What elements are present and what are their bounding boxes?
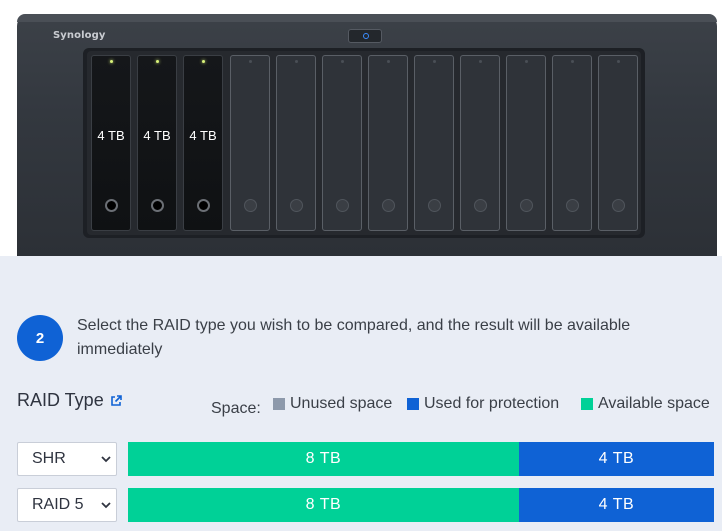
drive-led-icon	[571, 60, 574, 63]
drive-led-icon	[295, 60, 298, 63]
drive-lock-icon	[382, 199, 395, 212]
drive-lock-icon	[612, 199, 625, 212]
drive-lock-icon	[428, 199, 441, 212]
drive-led-icon	[433, 60, 436, 63]
drive-led-icon	[202, 60, 205, 63]
drive-lock-icon	[151, 199, 164, 212]
drive-lock-icon	[290, 199, 303, 212]
drive-bay-1[interactable]: 4 TB	[91, 55, 131, 231]
nas-top-edge	[17, 14, 717, 22]
drive-bay-2[interactable]: 4 TB	[137, 55, 177, 231]
drive-lock-icon	[520, 199, 533, 212]
drive-bay-5[interactable]	[276, 55, 316, 231]
legend-label: Available space	[598, 395, 710, 412]
drive-bay-3[interactable]: 4 TB	[183, 55, 223, 231]
drive-capacity: 4 TB	[143, 128, 171, 143]
legend-label: Used for protection	[424, 395, 560, 412]
raid-capacity-bar: 8 TB 4 TB	[128, 488, 714, 522]
protection-space-segment: 4 TB	[518, 442, 714, 476]
drive-bay-7[interactable]	[368, 55, 408, 231]
brand-logo: Synology	[53, 30, 106, 41]
drive-lock-icon	[566, 199, 579, 212]
drive-lock-icon	[244, 199, 257, 212]
drive-lock-icon	[336, 199, 349, 212]
external-link-icon[interactable]	[109, 394, 123, 408]
drive-bay-10[interactable]	[506, 55, 546, 231]
drive-led-icon	[617, 60, 620, 63]
drive-lock-icon	[197, 199, 210, 212]
available-space-segment: 8 TB	[128, 488, 519, 522]
drive-led-icon	[156, 60, 159, 63]
drive-bay-8[interactable]	[414, 55, 454, 231]
drive-capacity: 4 TB	[189, 128, 217, 143]
protection-space-segment: 4 TB	[518, 488, 714, 522]
drive-led-icon	[479, 60, 482, 63]
nas-illustration: Synology 4 TB 4 TB 4 TB	[0, 0, 722, 260]
legend-swatch	[407, 398, 419, 410]
drive-lock-icon	[105, 199, 118, 212]
drive-led-icon	[525, 60, 528, 63]
legend-label: Unused space	[290, 395, 393, 412]
drive-lock-icon	[474, 199, 487, 212]
raid-type-select[interactable]: SHR	[17, 442, 117, 476]
raid-select-value: SHR	[32, 450, 66, 467]
raid-type-select[interactable]: RAID 5	[17, 488, 117, 522]
legend-swatch	[581, 398, 593, 410]
drive-bay-12[interactable]	[598, 55, 638, 231]
drive-bay-6[interactable]	[322, 55, 362, 231]
raid-type-heading: RAID Type	[17, 390, 123, 411]
legend-unused: Unused space	[273, 395, 392, 413]
drive-led-icon	[387, 60, 390, 63]
drive-led-icon	[341, 60, 344, 63]
legend-available: Available space	[581, 395, 710, 413]
available-space-segment: 8 TB	[128, 442, 519, 476]
drive-led-icon	[249, 60, 252, 63]
drive-led-icon	[110, 60, 113, 63]
power-button-icon	[348, 29, 382, 43]
legend-swatch	[273, 398, 285, 410]
drive-bay-4[interactable]	[230, 55, 270, 231]
raid-type-title: RAID Type	[17, 390, 104, 410]
chevron-down-icon	[101, 456, 111, 463]
step-instruction: Select the RAID type you wish to be comp…	[77, 317, 631, 358]
raid-select-value: RAID 5	[32, 496, 84, 513]
space-label: Space:	[211, 400, 261, 417]
step-number-badge: 2	[17, 315, 63, 361]
drive-capacity: 4 TB	[97, 128, 125, 143]
chevron-down-icon	[101, 502, 111, 509]
legend-protection: Used for protection	[407, 395, 559, 413]
drive-bay-11[interactable]	[552, 55, 592, 231]
drive-bay-9[interactable]	[460, 55, 500, 231]
raid-capacity-bar: 8 TB 4 TB	[128, 442, 714, 476]
